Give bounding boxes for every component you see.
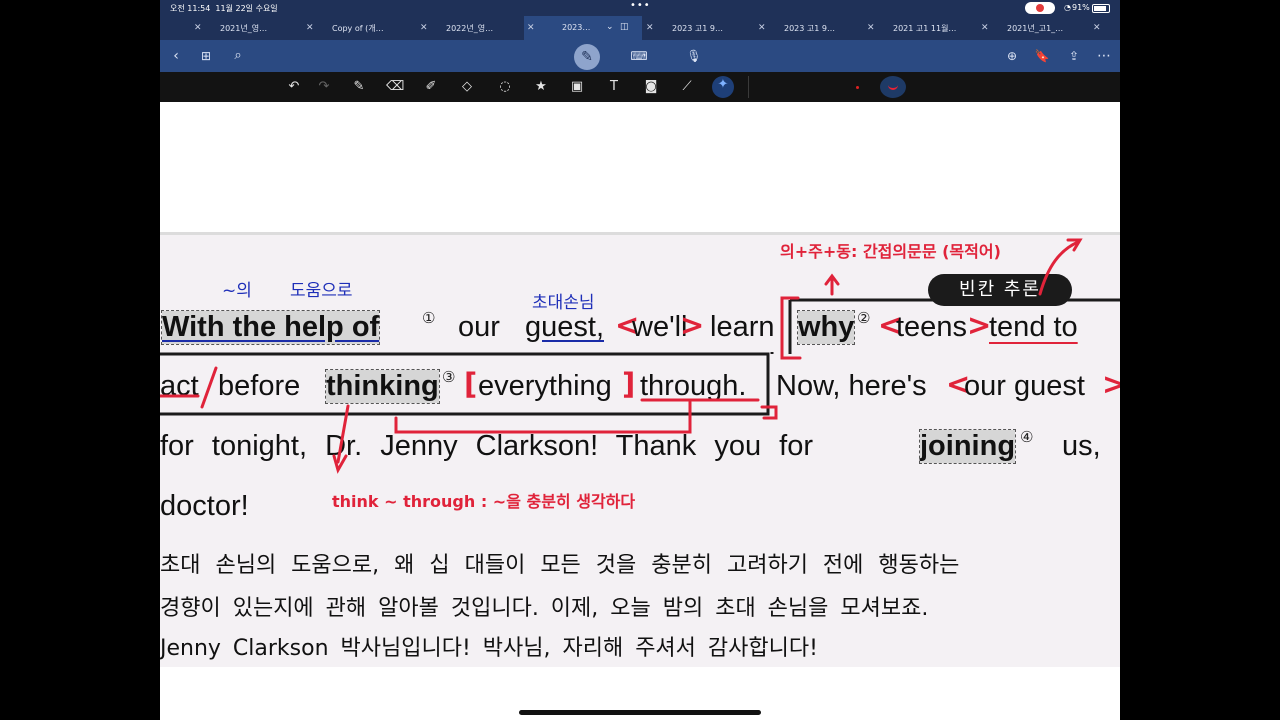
sticker-icon[interactable]: ★: [532, 78, 550, 96]
notes-app: 오전 11:54 11월 22일 수요일 ••• ◔ 91% ✕ 2021년_영……: [160, 0, 1120, 720]
black-box-stroke: [770, 298, 1120, 354]
multitask-dots-icon[interactable]: •••: [630, 0, 651, 11]
toolbar-divider: [748, 76, 749, 98]
tab-document[interactable]: ✕ 2023 고1 9…: [612, 16, 724, 40]
pen-icon[interactable]: ✎: [350, 78, 368, 96]
drawing-toolbar: ↶ ↷ ✎ ⌫ ✐ ◇ ◌ ★ ▣ T ◙ ⟋ ✦: [160, 72, 1120, 102]
add-page-icon[interactable]: ⊕: [1002, 46, 1022, 66]
status-bar: 오전 11:54 11월 22일 수요일 ••• ◔ 91%: [160, 0, 1120, 16]
tab-label: 2023 고1 9…: [672, 24, 723, 33]
tab-document[interactable]: ✕ 2021 고1 11월…: [833, 16, 956, 40]
tab-label: Copy of (개…: [332, 24, 384, 33]
redo-icon[interactable]: ↷: [315, 78, 333, 96]
pen-mode-icon[interactable]: ✎: [574, 44, 600, 70]
close-tab-icon[interactable]: ✕: [420, 23, 428, 33]
battery-percent: 91%: [1072, 3, 1090, 12]
search-icon[interactable]: ⌕: [228, 46, 248, 66]
battery-icon: [1092, 4, 1110, 13]
laser-icon[interactable]: ✦: [712, 76, 734, 98]
close-tab-icon[interactable]: ✕: [527, 23, 535, 33]
close-tab-icon[interactable]: ✕: [981, 23, 989, 33]
tab-document[interactable]: ✕ 2021년_고1_… ✕: [947, 16, 1101, 40]
close-tab-icon[interactable]: ✕: [646, 23, 654, 33]
keyboard-icon[interactable]: ⌨: [629, 46, 649, 66]
undo-icon[interactable]: ↶: [285, 78, 303, 96]
tab-document[interactable]: ✕ Copy of (개…: [272, 16, 384, 40]
note-page[interactable]: With the help of ① our guest, < we'll > …: [160, 102, 1120, 720]
close-tab-icon[interactable]: ✕: [867, 23, 875, 33]
shapes-icon[interactable]: ◇: [458, 78, 476, 96]
tab-label: 2021년_고1_…: [1007, 24, 1064, 33]
share-icon[interactable]: ⇪: [1064, 46, 1084, 66]
red-underline: [394, 400, 692, 434]
tab-label: 2021년_영…: [220, 24, 268, 33]
tab-document[interactable]: ✕ 2022년_영…: [386, 16, 498, 40]
black-box-stroke: [160, 352, 770, 416]
status-time: 오전 11:54 11월 22일 수요일: [170, 4, 278, 13]
home-indicator[interactable]: [519, 710, 761, 715]
tab-label: 2023…: [562, 23, 591, 32]
image-icon[interactable]: ▣: [568, 78, 586, 96]
close-tab-icon[interactable]: ✕: [758, 23, 766, 33]
ruler-icon[interactable]: ⟋: [678, 78, 696, 96]
document-toolbar: ‹ ⊞ ⌕ ✎ ⌨ 🎙 ⊕ 🔖 ⇪ ⋯: [160, 40, 1120, 72]
highlighter-icon[interactable]: ✐: [422, 78, 440, 96]
tab-bar: ✕ 2021년_영… ✕ Copy of (개… ✕ 2022년_영… ✕ 2023… ⌄…: [160, 16, 1120, 40]
close-tab-icon[interactable]: ✕: [1093, 23, 1101, 33]
wifi-icon: ◔: [1064, 3, 1071, 12]
more-icon[interactable]: ⋯: [1094, 46, 1114, 66]
red-arrow: [1038, 240, 1080, 296]
bookmark-icon[interactable]: 🔖: [1032, 46, 1052, 66]
tab-document[interactable]: ✕ 2021년_영…: [160, 16, 272, 40]
ink-layer: [160, 238, 1120, 474]
close-tab-icon[interactable]: ✕: [194, 23, 202, 33]
pen-size-dot[interactable]: [856, 86, 859, 89]
close-tab-icon[interactable]: ✕: [306, 23, 314, 33]
tab-label: 2023 고1 9…: [784, 24, 835, 33]
tab-label: 2022년_영…: [446, 24, 494, 33]
back-icon[interactable]: ‹: [166, 46, 186, 66]
microphone-icon[interactable]: 🎙: [684, 46, 704, 66]
screen-recording-icon[interactable]: [1025, 2, 1055, 14]
lasso-icon[interactable]: ◌: [496, 78, 514, 96]
text-icon[interactable]: T: [605, 78, 623, 96]
camera-icon[interactable]: ◙: [642, 78, 660, 96]
grid-icon[interactable]: ⊞: [196, 46, 216, 66]
pen-color-selector[interactable]: [880, 76, 906, 98]
eraser-icon[interactable]: ⌫: [386, 78, 404, 96]
tab-document[interactable]: ✕ 2023 고1 9…: [724, 16, 836, 40]
red-slash: [200, 366, 218, 409]
